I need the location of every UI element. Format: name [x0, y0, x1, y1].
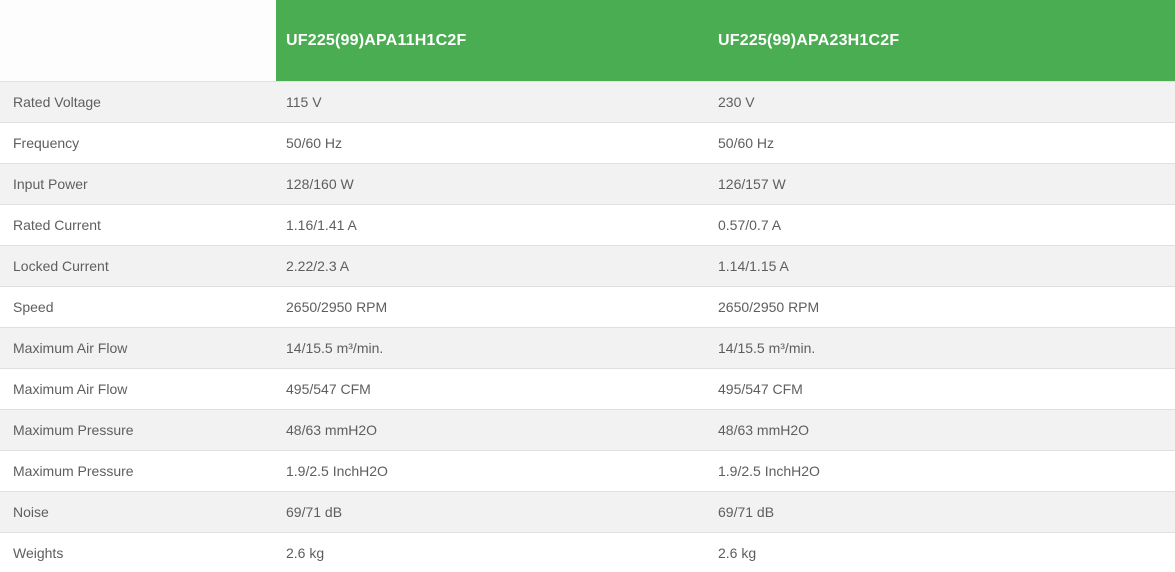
table-row: Weights 2.6 kg 2.6 kg [0, 532, 1175, 572]
table-row: Speed 2650/2950 RPM 2650/2950 RPM [0, 286, 1175, 327]
row-value-model-2: 230 V [718, 94, 755, 110]
table-header-row: UF225(99)APA11H1C2F UF225(99)APA23H1C2F [0, 0, 1175, 81]
row-value-model-1: 69/71 dB [286, 504, 343, 520]
row-label: Rated Current [13, 217, 101, 233]
row-value-model-2: 126/157 W [718, 176, 786, 192]
row-value-model-2: 50/60 Hz [718, 135, 775, 151]
row-label: Input Power [13, 176, 88, 192]
row-value-model-1: 14/15.5 m³/min. [286, 340, 384, 356]
row-label: Weights [13, 545, 64, 561]
row-value-model-2: 1.9/2.5 InchH2O [718, 463, 820, 479]
row-value-model-1: 50/60 Hz [286, 135, 343, 151]
row-label: Locked Current [13, 258, 109, 274]
table-body: Rated Voltage 115 V 230 V Frequency 50/6… [0, 81, 1175, 572]
table-row: Maximum Air Flow 14/15.5 m³/min. 14/15.5… [0, 327, 1175, 368]
table-row: Rated Current 1.16/1.41 A 0.57/0.7 A [0, 204, 1175, 245]
row-label: Maximum Air Flow [13, 381, 128, 397]
row-value-model-2: 2.6 kg [718, 545, 757, 561]
row-label: Frequency [13, 135, 80, 151]
row-value-model-2: 0.57/0.7 A [718, 217, 782, 233]
table-row: Locked Current 2.22/2.3 A 1.14/1.15 A [0, 245, 1175, 286]
row-value-model-2: 1.14/1.15 A [718, 258, 789, 274]
table-row: Noise 69/71 dB 69/71 dB [0, 491, 1175, 532]
row-value-model-2: 69/71 dB [718, 504, 775, 520]
row-value-model-1: 2650/2950 RPM [286, 299, 388, 315]
column-header-model-2: UF225(99)APA23H1C2F [709, 0, 1175, 81]
product-spec-table: UF225(99)APA11H1C2F UF225(99)APA23H1C2F … [0, 0, 1175, 572]
row-value-model-2: 495/547 CFM [718, 381, 803, 397]
row-label: Maximum Air Flow [13, 340, 128, 356]
row-value-model-2: 2650/2950 RPM [718, 299, 820, 315]
table-row: Maximum Air Flow 495/547 CFM 495/547 CFM [0, 368, 1175, 409]
row-value-model-2: 14/15.5 m³/min. [718, 340, 816, 356]
row-label: Maximum Pressure [13, 422, 134, 438]
row-value-model-1: 48/63 mmH2O [286, 422, 378, 438]
header-blank-cell [0, 0, 276, 81]
table-row: Maximum Pressure 1.9/2.5 InchH2O 1.9/2.5… [0, 450, 1175, 491]
table-row: Rated Voltage 115 V 230 V [0, 81, 1175, 122]
row-label: Speed [13, 299, 54, 315]
row-label: Rated Voltage [13, 94, 101, 110]
row-value-model-1: 1.9/2.5 InchH2O [286, 463, 388, 479]
row-label: Noise [13, 504, 49, 520]
table-row: Frequency 50/60 Hz 50/60 Hz [0, 122, 1175, 163]
row-value-model-1: 495/547 CFM [286, 381, 371, 397]
row-value-model-1: 115 V [286, 94, 322, 110]
row-label: Maximum Pressure [13, 463, 134, 479]
table-row: Maximum Pressure 48/63 mmH2O 48/63 mmH2O [0, 409, 1175, 450]
column-header-model-1: UF225(99)APA11H1C2F [276, 0, 709, 81]
row-value-model-1: 128/160 W [286, 176, 354, 192]
row-value-model-1: 2.6 kg [286, 545, 325, 561]
row-value-model-1: 2.22/2.3 A [286, 258, 350, 274]
row-value-model-1: 1.16/1.41 A [286, 217, 357, 233]
row-value-model-2: 48/63 mmH2O [718, 422, 810, 438]
table-row: Input Power 128/160 W 126/157 W [0, 163, 1175, 204]
